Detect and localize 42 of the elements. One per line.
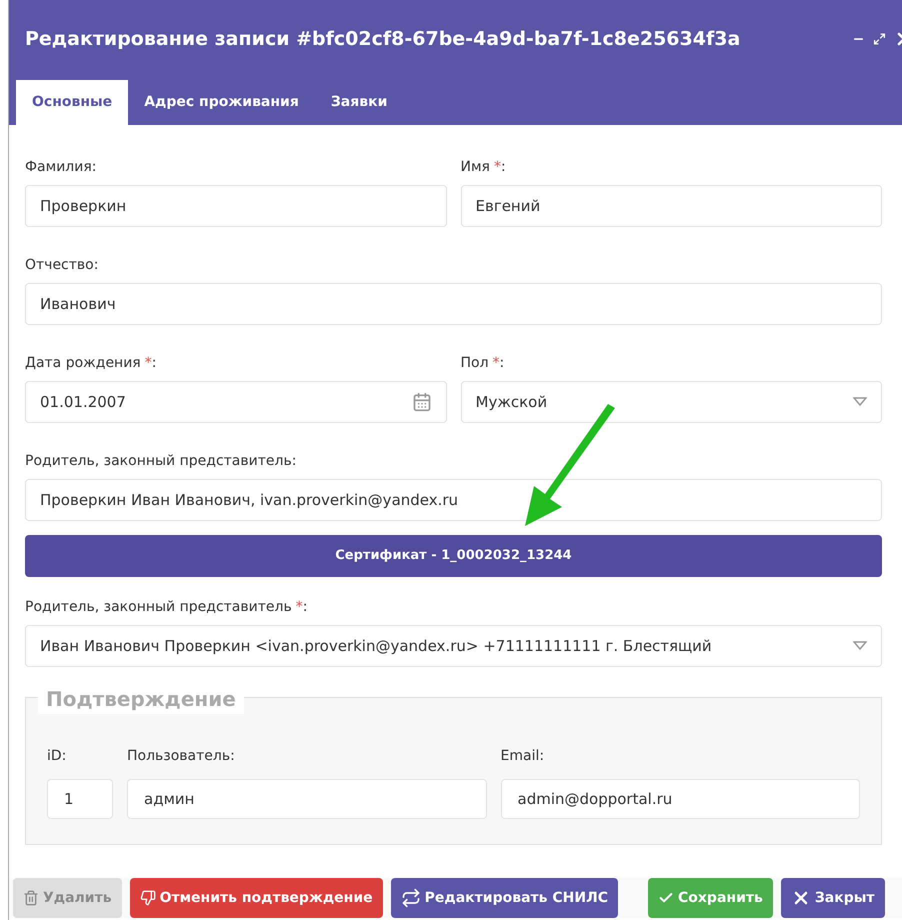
close-button[interactable]: Закрыт <box>780 878 885 918</box>
dropdown-caret-icon[interactable] <box>853 641 867 651</box>
trash-icon <box>23 890 39 906</box>
dropdown-field[interactable]: Мужской <box>460 381 882 423</box>
input-field[interactable]: admin@dopportal.ru <box>500 779 860 819</box>
field-label: Родитель, законный представитель: <box>25 452 296 470</box>
field-label: Пол <box>460 354 489 372</box>
input-field[interactable]: Проверкин <box>25 185 446 227</box>
edit-button[interactable]: Редактировать СНИЛС <box>390 878 618 918</box>
input-field[interactable]: Иванович <box>25 283 882 325</box>
field-label: iD: <box>47 748 66 764</box>
date-field[interactable]: 01.01.2007 <box>25 381 446 423</box>
dropdown-caret-icon[interactable] <box>853 397 867 407</box>
tab[interactable]: Заявки <box>314 80 404 125</box>
input-field[interactable]: админ <box>127 779 486 819</box>
field-label: Отчество: <box>25 256 98 274</box>
tab[interactable]: Адрес проживания <box>128 80 315 125</box>
required-mark: * <box>494 158 501 176</box>
label-colon: : <box>302 598 308 616</box>
dropdown-field[interactable]: Иван Иванович Проверкин <ivan.proverkin@yandex.ru> +71111111111 г. Блестящий <box>25 625 882 667</box>
unconfirm-button[interactable]: Отменить подтверждение <box>130 878 383 918</box>
calendar-icon[interactable] <box>412 392 432 412</box>
input-field[interactable]: Евгений <box>460 185 882 227</box>
field-label: Дата рождения <box>25 354 141 372</box>
required-mark: * <box>492 354 500 372</box>
required-mark: * <box>296 598 303 616</box>
label-colon: : <box>500 158 506 176</box>
input-field[interactable]: Проверкин Иван Иванович, ivan.proverkin@yandex.ru <box>25 479 882 521</box>
certificate-bar[interactable]: Сертификат - 1_0002032_13244 <box>25 535 882 577</box>
thumbs-down-icon <box>140 890 156 906</box>
field-label: Родитель, законный представитель <box>25 598 292 616</box>
field-label: Фамилия: <box>25 158 96 176</box>
required-mark: * <box>144 354 152 372</box>
field-label: Имя <box>460 158 490 176</box>
field-label: Email: <box>500 748 544 764</box>
label-colon: : <box>152 354 156 372</box>
repeat-icon <box>400 888 421 908</box>
label-colon: : <box>500 354 504 372</box>
window-title: Редактирование записи #bfc02cf8-67be-4a9d-ba7f-1c8e25634f3a <box>25 26 742 52</box>
input-field[interactable]: 1 <box>47 779 113 819</box>
field-label: Пользователь: <box>127 748 235 764</box>
tab[interactable]: Основные <box>16 80 128 125</box>
